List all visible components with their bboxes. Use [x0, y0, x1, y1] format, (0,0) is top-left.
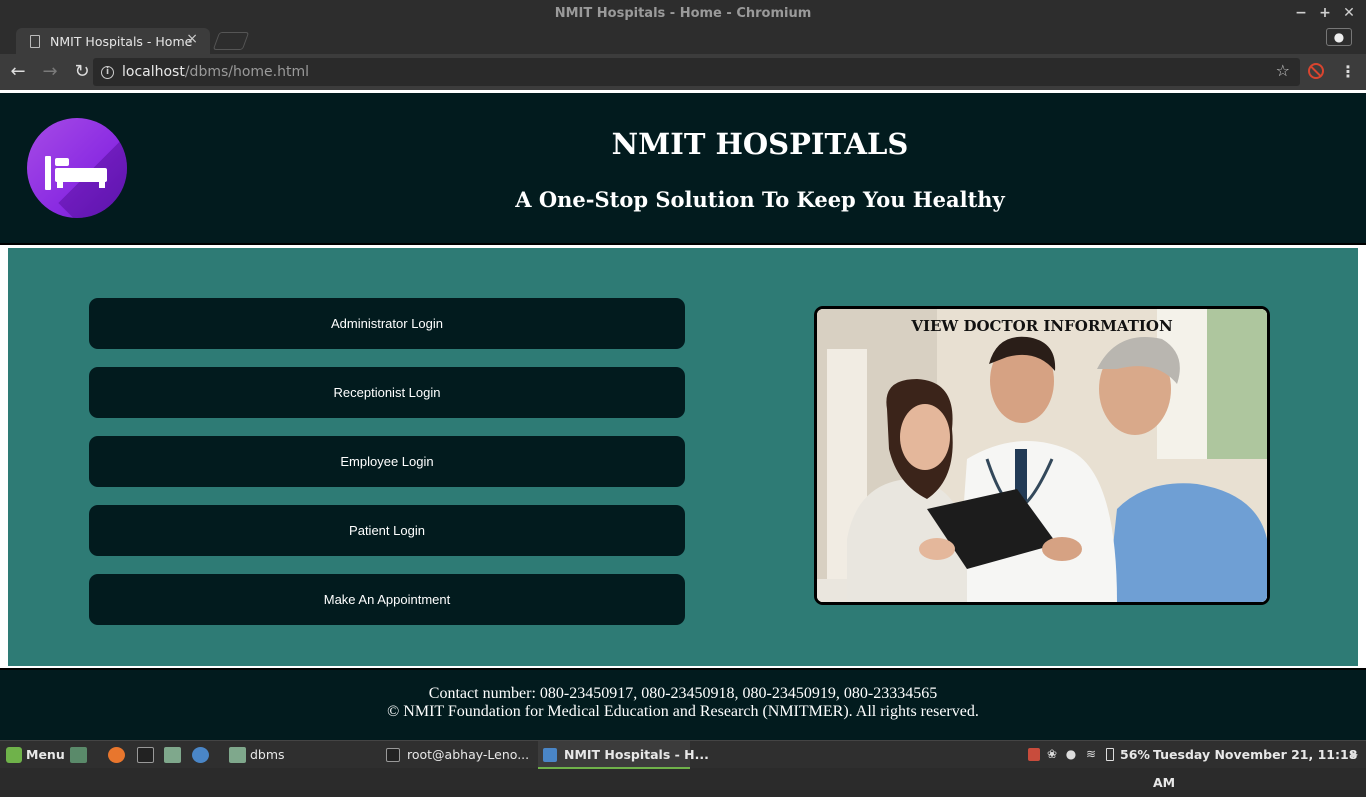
mint-menu-icon[interactable]	[6, 747, 22, 763]
window-controls: − + ✕	[1294, 0, 1356, 26]
browser-toolbar: ← → ↻ i localhost/dbms/home.html ☆	[0, 54, 1366, 90]
shield-icon[interactable]	[1028, 748, 1040, 761]
web-page: NMIT HOSPITALS A One-Stop Solution To Ke…	[0, 90, 1366, 740]
bookmark-star-icon[interactable]: ☆	[1276, 61, 1290, 80]
view-doctor-info-title[interactable]: VIEW DOCTOR INFORMATION	[817, 317, 1267, 335]
page-icon	[30, 34, 40, 48]
taskbar-browser-label: NMIT Hospitals - H...	[564, 747, 709, 762]
window-title-bar: NMIT Hospitals - Home - Chromium − + ✕	[0, 0, 1366, 26]
tab-strip: NMIT Hospitals - Home × ●	[0, 26, 1366, 54]
user-icon[interactable]: ●	[1065, 748, 1077, 761]
firefox-icon[interactable]	[108, 747, 125, 763]
employee-login-button[interactable]: Employee Login	[89, 436, 685, 487]
battery-percent: 56%	[1120, 747, 1150, 762]
new-tab-button[interactable]	[212, 32, 250, 50]
make-appointment-button[interactable]: Make An Appointment	[89, 574, 685, 625]
os-taskbar: Menu dbms root@abhay-Leno... NMIT Hospit…	[0, 740, 1366, 790]
profile-icon[interactable]: ●	[1326, 28, 1352, 46]
start-menu-label[interactable]: Menu	[26, 741, 65, 769]
clock[interactable]: Tuesday November 21, 11:18 AM	[1153, 741, 1366, 790]
login-button-list: Administrator Login Receptionist Login E…	[89, 298, 685, 643]
taskbar-folder-window[interactable]: dbms	[250, 741, 285, 769]
close-icon[interactable]: ✕	[1342, 0, 1356, 27]
forward-icon[interactable]: →	[36, 58, 64, 86]
chromium-window-icon	[543, 748, 557, 762]
taskbar-terminal-window[interactable]: root@abhay-Leno...	[407, 741, 529, 769]
browser-tab[interactable]: NMIT Hospitals - Home ×	[16, 28, 210, 54]
maximize-icon[interactable]: +	[1318, 0, 1332, 27]
terminal-launcher-icon[interactable]	[137, 747, 154, 763]
extension-blocked-icon[interactable]	[1308, 63, 1324, 79]
folder-icon	[229, 747, 246, 763]
url-host: localhost	[122, 64, 185, 80]
address-bar[interactable]: i localhost/dbms/home.html ☆	[93, 58, 1300, 86]
window-title: NMIT Hospitals - Home - Chromium	[554, 6, 812, 21]
tab-title: NMIT Hospitals - Home	[50, 33, 193, 49]
files-launcher-icon[interactable]	[164, 747, 181, 763]
site-footer: Contact number: 080-23450917, 080-234509…	[0, 668, 1366, 740]
site-subtitle: A One-Stop Solution To Keep You Healthy	[515, 187, 1005, 212]
browser-menu-icon[interactable]: ⋮	[1340, 62, 1356, 81]
contact-numbers: Contact number: 080-23450917, 080-234509…	[428, 685, 938, 702]
tab-close-icon[interactable]: ×	[186, 31, 198, 47]
chromium-launcher-icon[interactable]	[192, 747, 209, 763]
show-desktop-icon[interactable]	[70, 747, 87, 763]
main-section: Administrator Login Receptionist Login E…	[8, 248, 1358, 666]
minimize-icon[interactable]: −	[1294, 0, 1308, 27]
receptionist-login-button[interactable]: Receptionist Login	[89, 367, 685, 418]
view-doctor-info-card[interactable]: VIEW DOCTOR INFORMATION	[814, 306, 1270, 605]
doctors-photo	[817, 309, 1267, 602]
site-title: NMIT HOSPITALS	[611, 127, 909, 161]
bluetooth-icon[interactable]: ❀	[1046, 748, 1058, 761]
battery-icon[interactable]	[1106, 748, 1114, 761]
back-icon[interactable]: ←	[4, 58, 32, 86]
info-icon[interactable]: i	[101, 65, 114, 79]
patient-login-button[interactable]: Patient Login	[89, 505, 685, 556]
site-header: NMIT HOSPITALS A One-Stop Solution To Ke…	[0, 93, 1366, 245]
volume-icon[interactable]: ▸	[1349, 748, 1361, 761]
terminal-icon	[386, 748, 400, 762]
administrator-login-button[interactable]: Administrator Login	[89, 298, 685, 349]
reload-icon[interactable]: ↻	[68, 58, 96, 86]
copyright-text: © NMIT Foundation for Medical Education …	[387, 703, 979, 720]
wifi-icon[interactable]: ≋	[1085, 748, 1097, 761]
url-path: /dbms/home.html	[184, 64, 310, 80]
